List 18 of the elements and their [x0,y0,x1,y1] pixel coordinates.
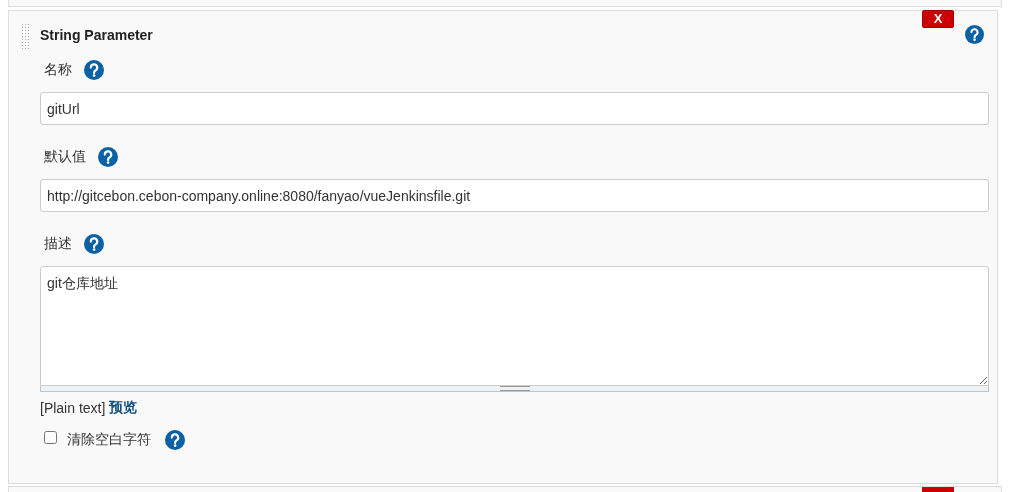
delete-button[interactable]: X [922,10,954,28]
field-label: 默认值 [44,148,86,166]
help-icon[interactable] [84,60,104,80]
field-label: 名称 [44,61,72,79]
description-field[interactable]: git仓库地址 [40,266,989,386]
preview-link[interactable]: 预览 [109,399,138,417]
help-icon[interactable] [84,234,104,254]
syntax-label: [Plain text] [40,400,106,416]
resize-handle[interactable] [40,386,989,392]
text-field[interactable]: http://gitcebon.cebon-company.online:8080/fanyao/vueJenkinsfile.git [40,179,989,212]
checkbox-label: 清除空白字符 [67,431,151,449]
help-icon[interactable] [965,25,984,44]
help-icon[interactable] [165,430,185,450]
help-icon[interactable] [98,147,118,167]
panel-title: String Parameter [40,27,153,45]
trim-checkbox[interactable] [44,430,57,444]
field-label: 描述 [44,235,72,253]
text-field[interactable]: gitUrl [40,92,989,125]
